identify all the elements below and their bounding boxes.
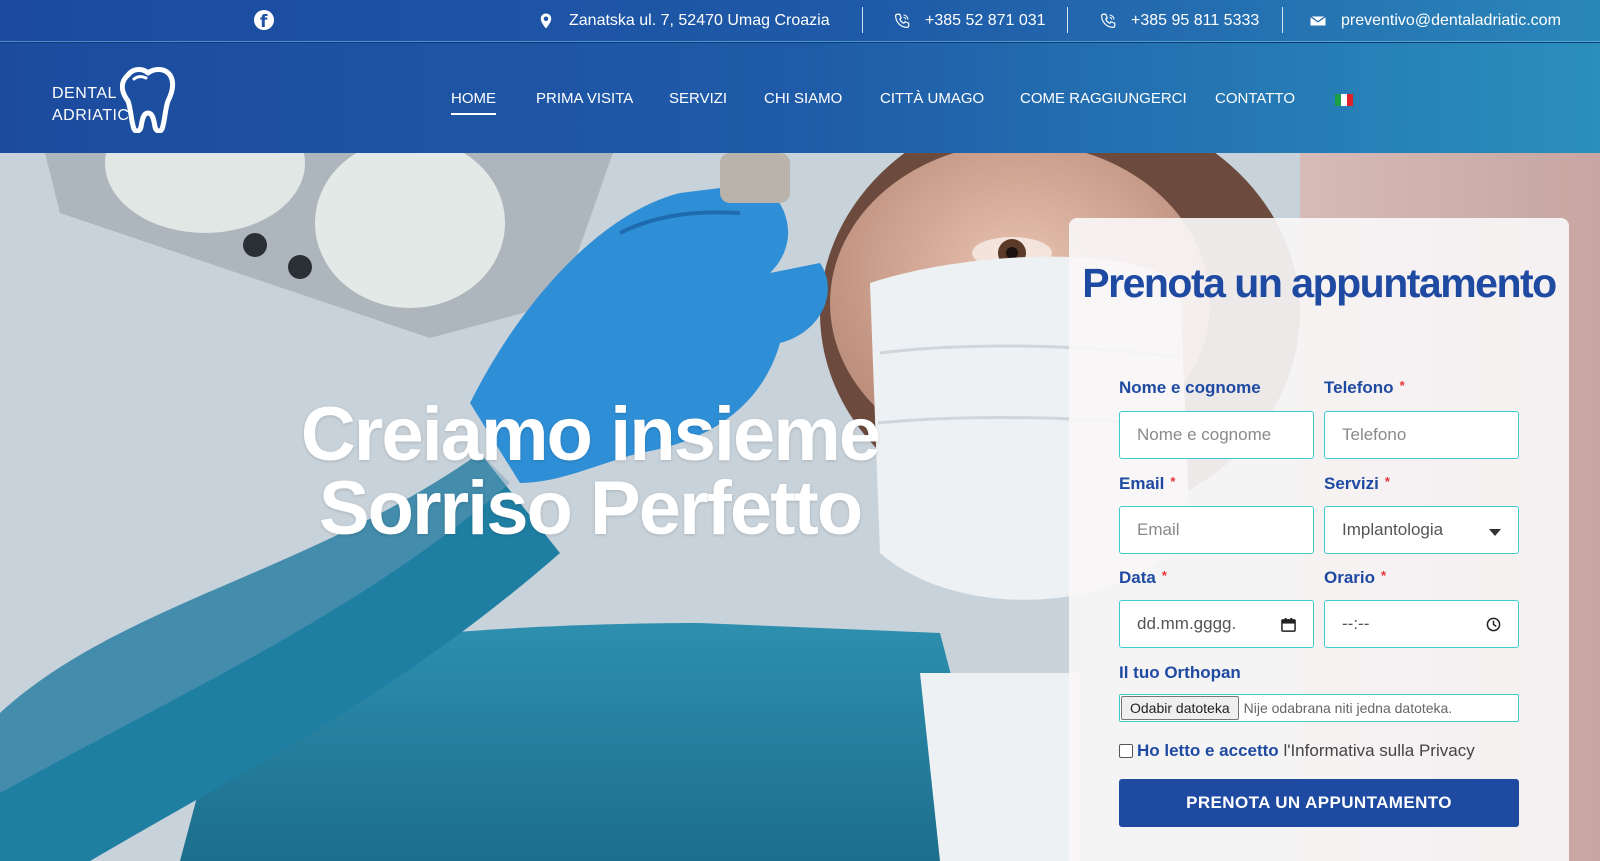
phone-icon (1101, 13, 1116, 28)
address-text: Zanatska ul. 7, 52470 Umag Croazia (569, 12, 830, 29)
date-label: Data * (1119, 568, 1167, 587)
map-pin-icon (540, 13, 552, 29)
nav-come-raggiungerci[interactable]: COME RAGGIUNGERCI (1020, 90, 1187, 107)
chevron-down-icon (1489, 529, 1501, 536)
envelope-icon (1310, 16, 1326, 26)
italian-flag-icon[interactable] (1335, 94, 1353, 106)
email-input[interactable]: Email (1119, 506, 1314, 554)
phone-label: Telefono * (1324, 378, 1405, 397)
hero-title: Creiamo insieme Sorriso Perfetto (250, 392, 930, 551)
nav-prima-visita[interactable]: PRIMA VISITA (536, 90, 633, 107)
clock-icon[interactable] (1486, 617, 1501, 632)
orthopan-label: Il tuo Orthopan (1119, 663, 1241, 682)
time-label: Orario * (1324, 568, 1387, 587)
appointment-form: Prenota un appuntamento Nome e cognome T… (1069, 218, 1569, 861)
nav-home[interactable]: HOME (451, 90, 496, 115)
orthopan-file-input[interactable]: Odabir datoteka Nije odabrana niti jedna… (1119, 694, 1519, 722)
email-text: preventivo@dentaladriatic.com (1341, 12, 1561, 29)
file-status: Nije odabrana niti jedna datoteka. (1243, 700, 1453, 716)
nav-citta-umago[interactable]: CITTÀ UMAGO (880, 90, 984, 107)
service-label: Servizi * (1324, 474, 1390, 493)
divider (862, 7, 863, 33)
phone-icon (895, 13, 910, 28)
main-header: DENTAL ADRIATIC HOME PRIMA VISITA SERVIZ… (0, 43, 1600, 153)
phone1-text: +385 52 871 031 (925, 12, 1046, 29)
submit-button[interactable]: PRENOTA UN APPUNTAMENTO (1119, 779, 1519, 827)
address-item: Zanatska ul. 7, 52470 Umag Croazia (537, 0, 830, 42)
phone1-item[interactable]: +385 52 871 031 (893, 0, 1046, 42)
time-input[interactable]: --:-- (1324, 600, 1519, 648)
date-input[interactable]: dd.mm.gggg. (1119, 600, 1314, 648)
facebook-icon[interactable]: f (254, 10, 274, 32)
phone-input[interactable]: Telefono (1324, 411, 1519, 459)
phone2-item[interactable]: +385 95 811 5333 (1099, 0, 1259, 42)
name-input[interactable]: Nome e cognome (1119, 411, 1314, 459)
email-item[interactable]: preventivo@dentaladriatic.com (1309, 0, 1561, 42)
phone2-text: +385 95 811 5333 (1131, 12, 1260, 29)
privacy-checkbox[interactable] (1119, 744, 1133, 758)
calendar-icon[interactable] (1281, 617, 1296, 632)
nav-servizi[interactable]: SERVIZI (669, 90, 727, 107)
nav-contatto[interactable]: CONTATTO (1215, 90, 1295, 107)
divider (1067, 7, 1068, 33)
privacy-text: Ho letto e accetto l'Informativa sulla P… (1137, 741, 1475, 760)
nav-chi-siamo[interactable]: CHI SIAMO (764, 90, 842, 107)
name-label: Nome e cognome (1119, 378, 1261, 397)
main-nav: HOME PRIMA VISITA SERVIZI CHI SIAMO CITT… (0, 43, 1600, 153)
email-label: Email * (1119, 474, 1176, 493)
hero-title-line-1: Creiamo insieme (300, 392, 881, 477)
divider (1282, 7, 1283, 33)
top-info-bar: f Zanatska ul. 7, 52470 Umag Croazia +38… (0, 0, 1600, 42)
hero-title-line-2: Sorriso Perfetto (318, 466, 863, 551)
service-select-value: Implantologia (1342, 520, 1444, 539)
form-title: Prenota un appuntamento (1082, 260, 1557, 306)
privacy-link[interactable]: Ho letto e accetto (1137, 741, 1279, 760)
choose-file-button[interactable]: Odabir datoteka (1121, 696, 1239, 720)
service-select[interactable]: Implantologia (1324, 506, 1519, 554)
